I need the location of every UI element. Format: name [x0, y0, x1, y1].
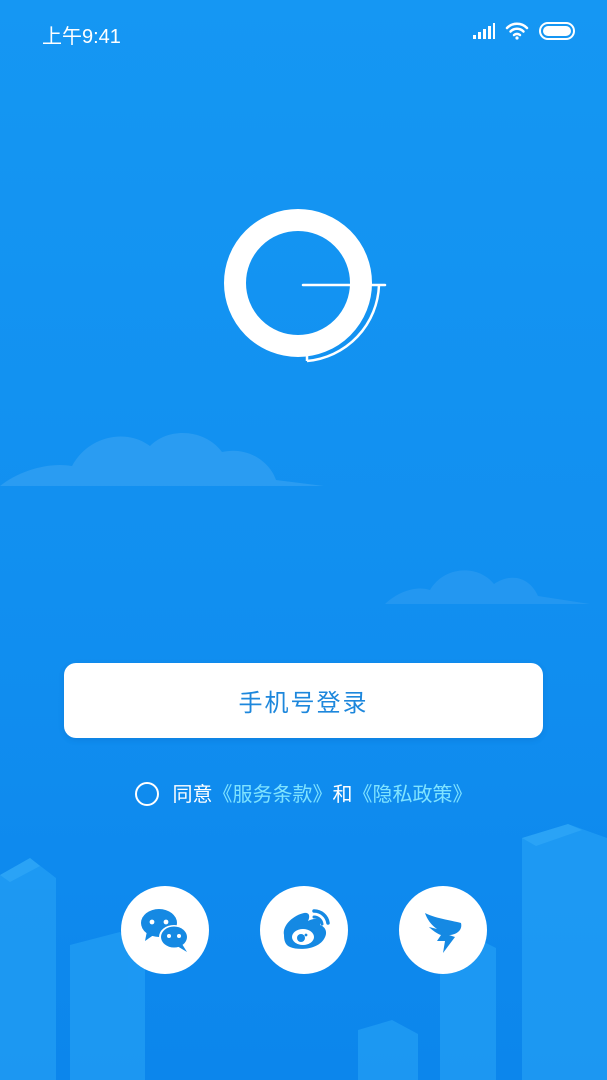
wifi-icon: [505, 22, 529, 40]
app-logo-icon: [224, 209, 387, 363]
agree-text: 同意: [172, 782, 213, 806]
cloud-right: [385, 570, 590, 604]
status-bar: 上午9:41: [0, 0, 607, 64]
status-icons: [473, 22, 577, 40]
terms-link[interactable]: 《服务条款》: [213, 782, 333, 806]
buildings-highlight: [0, 824, 582, 882]
status-time: 上午9:41: [42, 26, 121, 48]
signal-icon: [473, 23, 495, 39]
and-text: 和: [332, 782, 353, 806]
phone-login-button[interactable]: 手机号登录: [64, 663, 543, 738]
weibo-icon: [283, 909, 330, 949]
login-screen: 上午9:41 手机号登录 同意《服务条款》和《隐私政策》: [0, 0, 607, 1080]
weibo-login-button[interactable]: [260, 886, 348, 974]
agreement-row: 同意《服务条款》和《隐私政策》: [0, 778, 607, 808]
privacy-link[interactable]: 《隐私政策》: [353, 782, 473, 806]
dingtalk-login-button[interactable]: [399, 886, 487, 974]
battery-icon: [539, 22, 575, 40]
wechat-login-button[interactable]: [121, 886, 209, 974]
cloud-left: [0, 433, 324, 486]
dingtalk-icon: [425, 913, 462, 953]
wechat-icon: [141, 909, 189, 952]
agree-radio[interactable]: [134, 781, 159, 806]
